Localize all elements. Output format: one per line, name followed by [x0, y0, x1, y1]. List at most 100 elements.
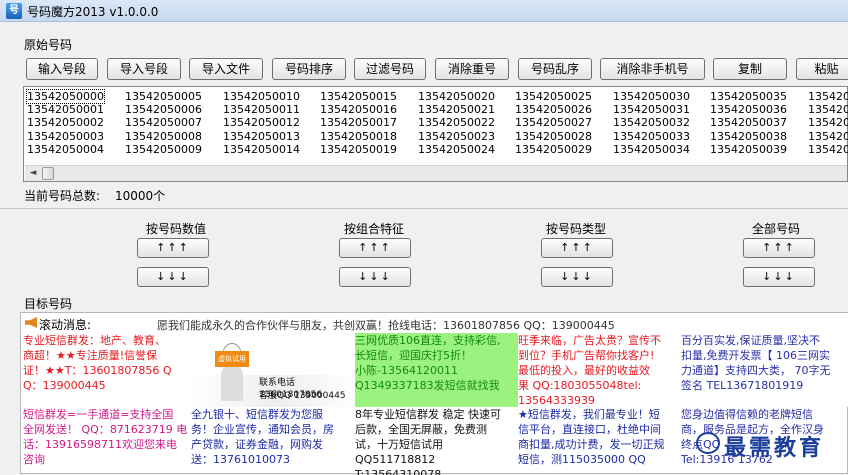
- import-file-button[interactable]: 导入文件: [189, 58, 263, 80]
- list-item[interactable]: 13542050004: [27, 143, 104, 156]
- list-item[interactable]: 13542050039: [710, 143, 787, 156]
- list-item[interactable]: 13542050036: [710, 103, 787, 116]
- ad-line: 13564333939: [518, 394, 595, 407]
- list-item[interactable]: 13542050023: [418, 130, 495, 143]
- ad-line: 话：13916598711欢迎您来电: [23, 438, 177, 451]
- list-item[interactable]: 13542050019: [320, 143, 397, 156]
- list-item[interactable]: 13542050002: [27, 116, 104, 129]
- list-item[interactable]: 13542050030: [613, 90, 690, 103]
- copy-button[interactable]: 复制: [713, 58, 787, 80]
- list-item[interactable]: 13542050041: [808, 103, 848, 116]
- list-item[interactable]: 13542050015: [320, 90, 397, 103]
- list-item[interactable]: 13542050042: [808, 116, 848, 129]
- list-item[interactable]: 13542050005: [125, 90, 202, 103]
- list-column: 13542050005 13542050006 13542050007 1354…: [125, 90, 202, 156]
- remove-duplicates-button[interactable]: 消除重号: [435, 58, 509, 80]
- number-list[interactable]: 13542050000 13542050001 13542050002 1354…: [23, 86, 848, 182]
- list-item[interactable]: 13542050011: [223, 103, 300, 116]
- list-item[interactable]: 13542050044: [808, 143, 848, 156]
- list-item[interactable]: 13542050031: [613, 103, 690, 116]
- list-item[interactable]: 13542050034: [613, 143, 690, 156]
- sort-by-type-desc-button[interactable]: ↓↓↓: [541, 267, 613, 287]
- sort-numbers-button[interactable]: 号码排序: [272, 58, 346, 80]
- shuffle-numbers-button[interactable]: 号码乱序: [518, 58, 592, 80]
- list-item[interactable]: 13542050017: [320, 116, 397, 129]
- list-item[interactable]: 13542050021: [418, 103, 495, 116]
- list-item[interactable]: 13542050016: [320, 103, 397, 116]
- sort-all-asc-button[interactable]: ↑↑↑: [743, 238, 815, 258]
- list-column: 13542050010 13542050011 13542050012 1354…: [223, 90, 300, 156]
- ad-tile[interactable]: 短信群发=一手通道=支持全国 全网发送！ QQ：871623719 电 话：13…: [23, 407, 191, 475]
- list-item[interactable]: 13542050033: [613, 130, 690, 143]
- window-title: 号码魔方2013 v1.0.0.0: [27, 5, 159, 19]
- list-item[interactable]: 13542050018: [320, 130, 397, 143]
- sort-by-combo-asc-button[interactable]: ↑↑↑: [339, 238, 411, 258]
- list-item[interactable]: 13542050040: [808, 90, 848, 103]
- ad-line: 全九银十、短信群发为您服: [191, 408, 323, 421]
- ad-line: 三网优质106直连，支持彩信,: [355, 334, 501, 347]
- sort-by-value-desc-button[interactable]: ↓↓↓: [137, 267, 209, 287]
- sign-text: 虚拟试用: [215, 351, 249, 367]
- ad-line: 到位？手机广告帮你找客户!: [518, 349, 655, 362]
- list-item[interactable]: 13542050014: [223, 143, 300, 156]
- ticker-text[interactable]: 愿我们能成永久的合作伙伴与朋友，共创双赢！抢线电话：13601807856 QQ…: [157, 317, 615, 333]
- ad-line: 商超！★★专注质量!信誉保: [23, 349, 158, 362]
- ad-line: 力通道】支持四大类， 70字无: [681, 364, 831, 377]
- horizontal-scrollbar[interactable]: ◄: [25, 165, 847, 181]
- list-item[interactable]: 13542050024: [418, 143, 495, 156]
- ad-tile[interactable]: 三网优质106直连，支持彩信, 长短信，迎国庆打5折！ 小陈-135641200…: [355, 333, 518, 407]
- ad-line: Q1349337183发短信就找我: [355, 379, 500, 392]
- sort-by-type-asc-button[interactable]: ↑↑↑: [541, 238, 613, 258]
- list-item[interactable]: 13542050035: [710, 90, 787, 103]
- ad-line: 证！★★T：13601807856 Q: [23, 364, 172, 377]
- ad-tile[interactable]: 专业短信群发：地产、教育、 商超！★★专注质量!信誉保 证！★★T：136018…: [23, 333, 191, 407]
- list-item[interactable]: 13542050006: [125, 103, 202, 116]
- list-item[interactable]: 13542050012: [223, 116, 300, 129]
- list-item[interactable]: 13542050003: [27, 130, 104, 143]
- ad-line: 客服QQ 139000445: [259, 391, 346, 401]
- list-item[interactable]: 13542050027: [515, 116, 592, 129]
- input-range-button[interactable]: 输入号段: [26, 58, 98, 80]
- ad-line: 果 QQ:1803055048tel:: [518, 379, 642, 392]
- scroll-left-icon[interactable]: ◄: [25, 166, 41, 181]
- list-item[interactable]: 13542050026: [515, 103, 592, 116]
- list-item[interactable]: 13542050010: [223, 90, 300, 103]
- ad-tile[interactable]: ★短信群发，我们最专业！短 信平台，直连接口，杜绝中间 商扣量,成功计费，发一切…: [518, 407, 681, 475]
- list-column: 13542050025 13542050026 13542050027 1354…: [515, 90, 592, 156]
- list-item[interactable]: 13542050001: [27, 103, 104, 116]
- list-item[interactable]: 13542050020: [418, 90, 495, 103]
- list-item[interactable]: 13542050029: [515, 143, 592, 156]
- list-item[interactable]: 13542050038: [710, 130, 787, 143]
- list-item[interactable]: 13542050022: [418, 116, 495, 129]
- list-item[interactable]: 13542050007: [125, 116, 202, 129]
- list-item[interactable]: 13542050028: [515, 130, 592, 143]
- ad-tile[interactable]: 全九银十、短信群发为您服 务！企业宣传，通知会员，房 产贷款，证券金融，网购发 …: [191, 407, 354, 475]
- list-item[interactable]: 13542050043: [808, 130, 848, 143]
- ad-tile[interactable]: 8年专业短信群发 稳定 快速可 后款，全国无屏蔽，免费测 试，十万短信试用 QQ…: [355, 407, 518, 475]
- sort-by-combo-desc-button[interactable]: ↓↓↓: [339, 267, 411, 287]
- list-item-selected[interactable]: 13542050000: [26, 88, 105, 105]
- list-item[interactable]: 13542050008: [125, 130, 202, 143]
- scroll-thumb[interactable]: [42, 167, 54, 180]
- ad-tile[interactable]: 虚拟试用 联系电话 13601807856 客服QQ 139000445: [191, 333, 354, 407]
- remove-non-mobile-button[interactable]: 消除非手机号: [600, 58, 705, 80]
- paste-button[interactable]: 粘贴: [796, 58, 848, 80]
- ad-line: 咨询: [23, 453, 45, 466]
- sort-all-desc-button[interactable]: ↓↓↓: [743, 267, 815, 287]
- filter-numbers-button[interactable]: 过滤号码: [354, 58, 426, 80]
- ad-line: ★短信群发，我们最专业！短: [518, 408, 660, 421]
- list-item[interactable]: 13542050013: [223, 130, 300, 143]
- list-item[interactable]: 13542050032: [613, 116, 690, 129]
- ad-line: 后款，全国无屏蔽，免费测: [355, 423, 487, 436]
- sort-by-combo-label: 按组合特征: [343, 222, 404, 236]
- ad-tile[interactable]: 百分百实发,保证质量,坚决不 扣量,免费开发票【 106三网实 力通道】支持四大…: [681, 333, 848, 407]
- import-range-button[interactable]: 导入号段: [107, 58, 181, 80]
- ad-line: 您身边值得信赖的老牌短信: [681, 408, 813, 421]
- sort-by-value-asc-button[interactable]: ↑↑↑: [137, 238, 209, 258]
- list-item[interactable]: 13542050037: [710, 116, 787, 129]
- list-item[interactable]: 13542050025: [515, 90, 592, 103]
- list-item[interactable]: 13542050009: [125, 143, 202, 156]
- ad-tile[interactable]: 旺季来临，广告太贵？宣传不 到位？手机广告帮你找客户! 最低的投入，最好的收益效…: [518, 333, 681, 407]
- ad-line: Q：139000445: [23, 379, 106, 392]
- ad-line: 商扣量,成功计费，发一切正规: [518, 438, 665, 451]
